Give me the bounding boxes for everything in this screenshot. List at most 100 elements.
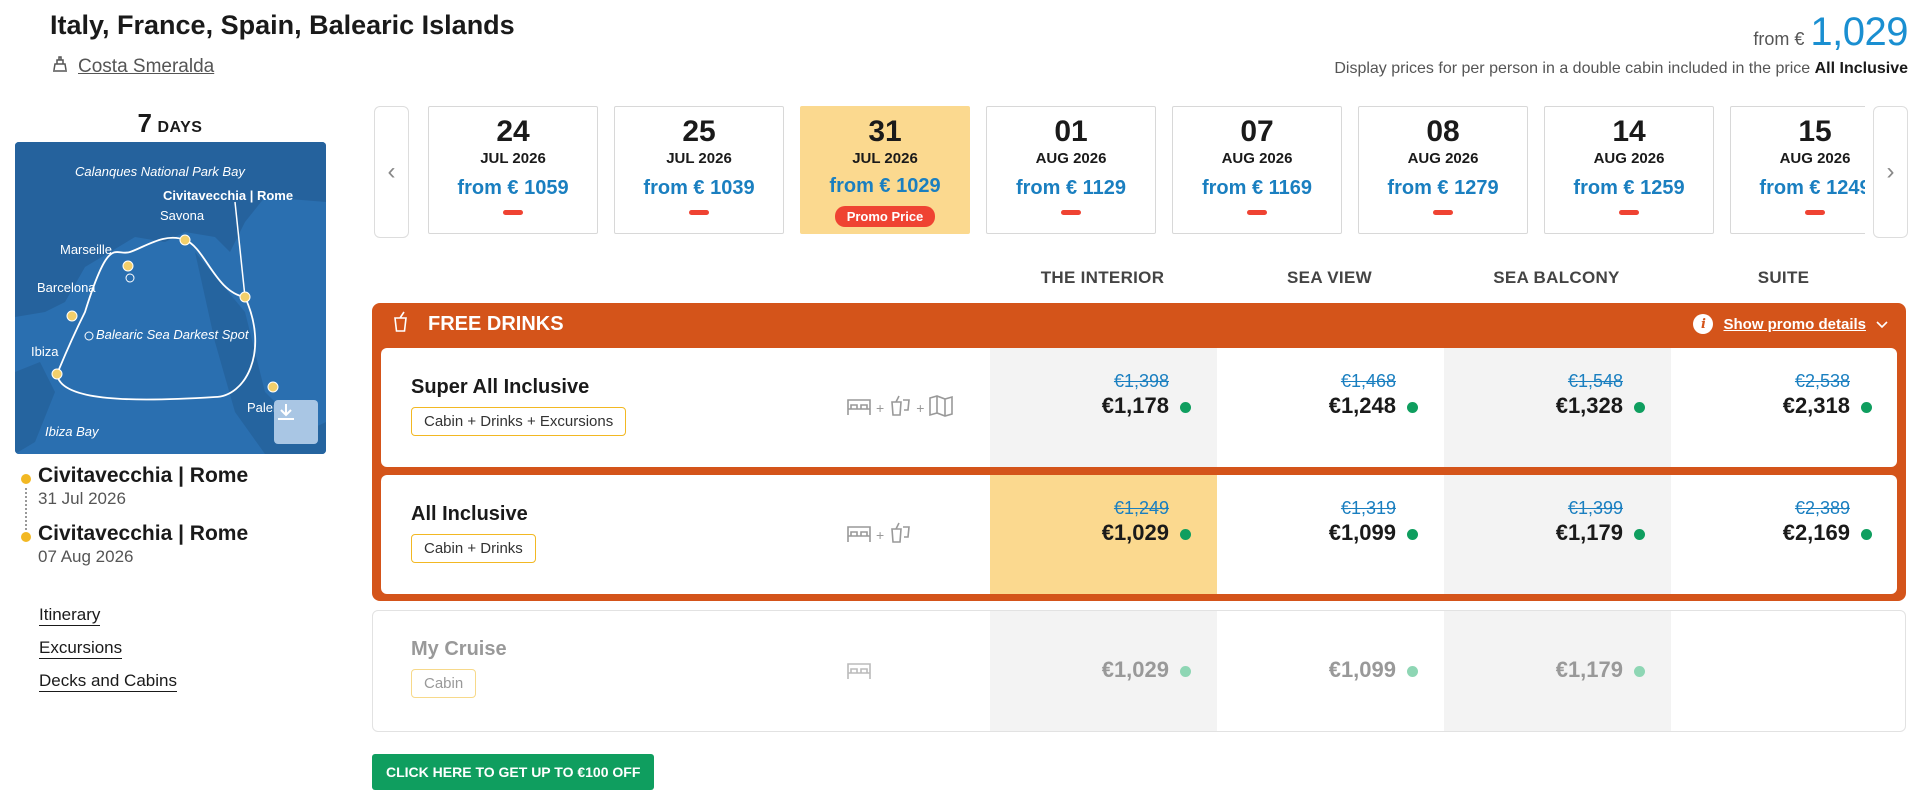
price: €1,179	[1555, 657, 1623, 682]
date-month: AUG 2026	[1593, 150, 1665, 167]
price-note: Display prices for per person in a doubl…	[1334, 60, 1908, 78]
date-price: from € 1169	[1201, 177, 1313, 199]
column-header-sea-balcony: SEA BALCONY	[1493, 268, 1620, 287]
date-month: JUL 2026	[852, 150, 918, 167]
excursions-link[interactable]: Excursions	[39, 638, 123, 659]
bed-icon	[846, 395, 872, 420]
availability-dot	[1180, 529, 1191, 540]
map-label-marseille: Marseille	[60, 242, 113, 257]
new-price: €2,318	[1782, 393, 1850, 418]
bed-icon	[846, 522, 872, 547]
date-card[interactable]: 07 AUG 2026 from € 1169	[1172, 106, 1342, 234]
date-day: 08	[1426, 115, 1460, 148]
download-map-button[interactable]	[274, 400, 318, 444]
departure-port: Civitavecchia | Rome	[38, 464, 249, 487]
package-info: All Inclusive Cabin + Drinks	[411, 503, 536, 563]
promo-details-label[interactable]: Show promo details	[1723, 316, 1866, 333]
new-price: €1,248	[1328, 393, 1396, 418]
itinerary-map[interactable]: Calanques National Park Bay Civitavecchi…	[15, 142, 326, 454]
availability-dot	[1861, 402, 1872, 413]
old-price: €1,398	[1113, 371, 1169, 391]
arrival-stop: Civitavecchia | Rome 07 Aug 2026	[38, 522, 248, 567]
date-card[interactable]: 01 AUG 2026 from € 1129	[986, 106, 1156, 234]
old-price: €1,319	[1340, 498, 1396, 518]
discount-cta-button[interactable]: CLICK HERE TO GET UP TO €100 OFF	[372, 754, 655, 790]
package-name: All Inclusive	[411, 503, 528, 525]
date-day: 15	[1798, 115, 1832, 148]
date-month: AUG 2026	[1035, 150, 1107, 167]
date-card[interactable]: 08 AUG 2026 from € 1279	[1358, 106, 1528, 234]
promo-price-badge: Promo Price	[834, 206, 936, 227]
price-cell-interior[interactable]: €1,029	[990, 611, 1217, 731]
date-month: JUL 2026	[666, 150, 732, 167]
promo-details-toggle[interactable]: i Show promo details	[1693, 314, 1888, 334]
price-note-bold: All Inclusive	[1814, 60, 1908, 77]
date-card[interactable]: 15 AUG 2026 from € 1249	[1730, 106, 1865, 234]
info-links: Itinerary Excursions Decks and Cabins	[39, 605, 177, 704]
arrival-port: Civitavecchia | Rome	[38, 522, 249, 545]
price-note-text: Display prices for per person in a doubl…	[1334, 60, 1811, 77]
date-price: from € 1129	[1015, 177, 1127, 199]
ship-link[interactable]: Costa Smeralda	[50, 54, 214, 80]
date-price: from € 1279	[1387, 177, 1499, 199]
new-price: €1,179	[1555, 520, 1623, 545]
price-cell-sea-balcony[interactable]: €1,548 €1,328	[1444, 348, 1671, 467]
package-icons	[846, 611, 872, 731]
promo-header: FREE DRINKS i Show promo details	[372, 303, 1906, 345]
plus-separator: +	[916, 399, 925, 416]
map-label-ibiza-bay: Ibiza Bay	[45, 424, 99, 439]
package-info: Super All Inclusive Cabin + Drinks + Exc…	[411, 376, 627, 436]
date-card[interactable]: 24 JUL 2026 from € 1059	[428, 106, 598, 234]
package-tag: Cabin	[411, 669, 477, 698]
availability-dot	[1180, 402, 1191, 413]
availability-dot	[1407, 402, 1418, 413]
map-label-civitavecchia: Civitavecchia | Rome	[163, 188, 294, 203]
duration: 7 DAYS	[15, 108, 325, 139]
date-day: 07	[1240, 115, 1274, 148]
ship-name[interactable]: Costa Smeralda	[78, 56, 214, 78]
package-row-my-cruise: My Cruise Cabin €1,029 €1,099 €1,179	[372, 610, 1906, 732]
date-price: from € 1249	[1759, 177, 1865, 199]
availability-bar	[689, 210, 709, 215]
price-from-value: 1,029	[1810, 10, 1908, 54]
days-label: DAYS	[157, 119, 203, 136]
availability-bar	[503, 210, 523, 215]
availability-bar	[1433, 210, 1453, 215]
date-month: AUG 2026	[1407, 150, 1479, 167]
arrival-date: 07 Aug 2026	[38, 547, 134, 566]
date-price: from € 1059	[457, 177, 569, 199]
availability-dot	[1634, 666, 1645, 677]
map-label-balearic: Balearic Sea Darkest Spot	[96, 327, 249, 342]
map-label-ibiza: Ibiza	[31, 344, 59, 359]
availability-dot	[1861, 529, 1872, 540]
price-cell-sea-balcony[interactable]: €1,399 €1,179	[1444, 475, 1671, 594]
price-cell-interior-selected[interactable]: €1,249 €1,029	[990, 475, 1217, 594]
price-cell-suite[interactable]: €2,389 €2,169	[1671, 475, 1897, 594]
availability-bar	[1061, 210, 1081, 215]
decks-cabins-link[interactable]: Decks and Cabins	[39, 671, 177, 692]
drinks-icon	[888, 521, 912, 548]
package-name: My Cruise	[411, 638, 507, 660]
column-header-sea-view: SEA VIEW	[1287, 268, 1372, 287]
new-price: €1,029	[1101, 520, 1169, 545]
date-month: AUG 2026	[1779, 150, 1851, 167]
price-cell-sea-balcony[interactable]: €1,179	[1444, 611, 1671, 731]
price-cell-interior[interactable]: €1,398 €1,178	[990, 348, 1217, 467]
availability-dot	[1634, 529, 1645, 540]
date-day: 01	[1054, 115, 1088, 148]
price-cell-sea-view[interactable]: €1,099	[1217, 611, 1444, 731]
promo-title: FREE DRINKS	[428, 312, 564, 335]
carousel-next-button[interactable]: ›	[1873, 106, 1908, 238]
departure-dot	[21, 474, 31, 484]
price-cell-sea-view[interactable]: €1,468 €1,248	[1217, 348, 1444, 467]
map-icon	[928, 394, 954, 421]
price-cell-sea-view[interactable]: €1,319 €1,099	[1217, 475, 1444, 594]
date-card[interactable]: 14 AUG 2026 from € 1259	[1544, 106, 1714, 234]
info-icon: i	[1693, 314, 1714, 334]
itinerary-link[interactable]: Itinerary	[39, 605, 101, 626]
date-card-selected[interactable]: 31 JUL 2026 from € 1029 Promo Price	[800, 106, 970, 234]
price-cell-suite[interactable]: €2,538 €2,318	[1671, 348, 1897, 467]
package-tag: Cabin + Drinks	[411, 534, 536, 563]
carousel-prev-button[interactable]: ‹	[374, 106, 409, 238]
date-card[interactable]: 25 JUL 2026 from € 1039	[614, 106, 784, 234]
